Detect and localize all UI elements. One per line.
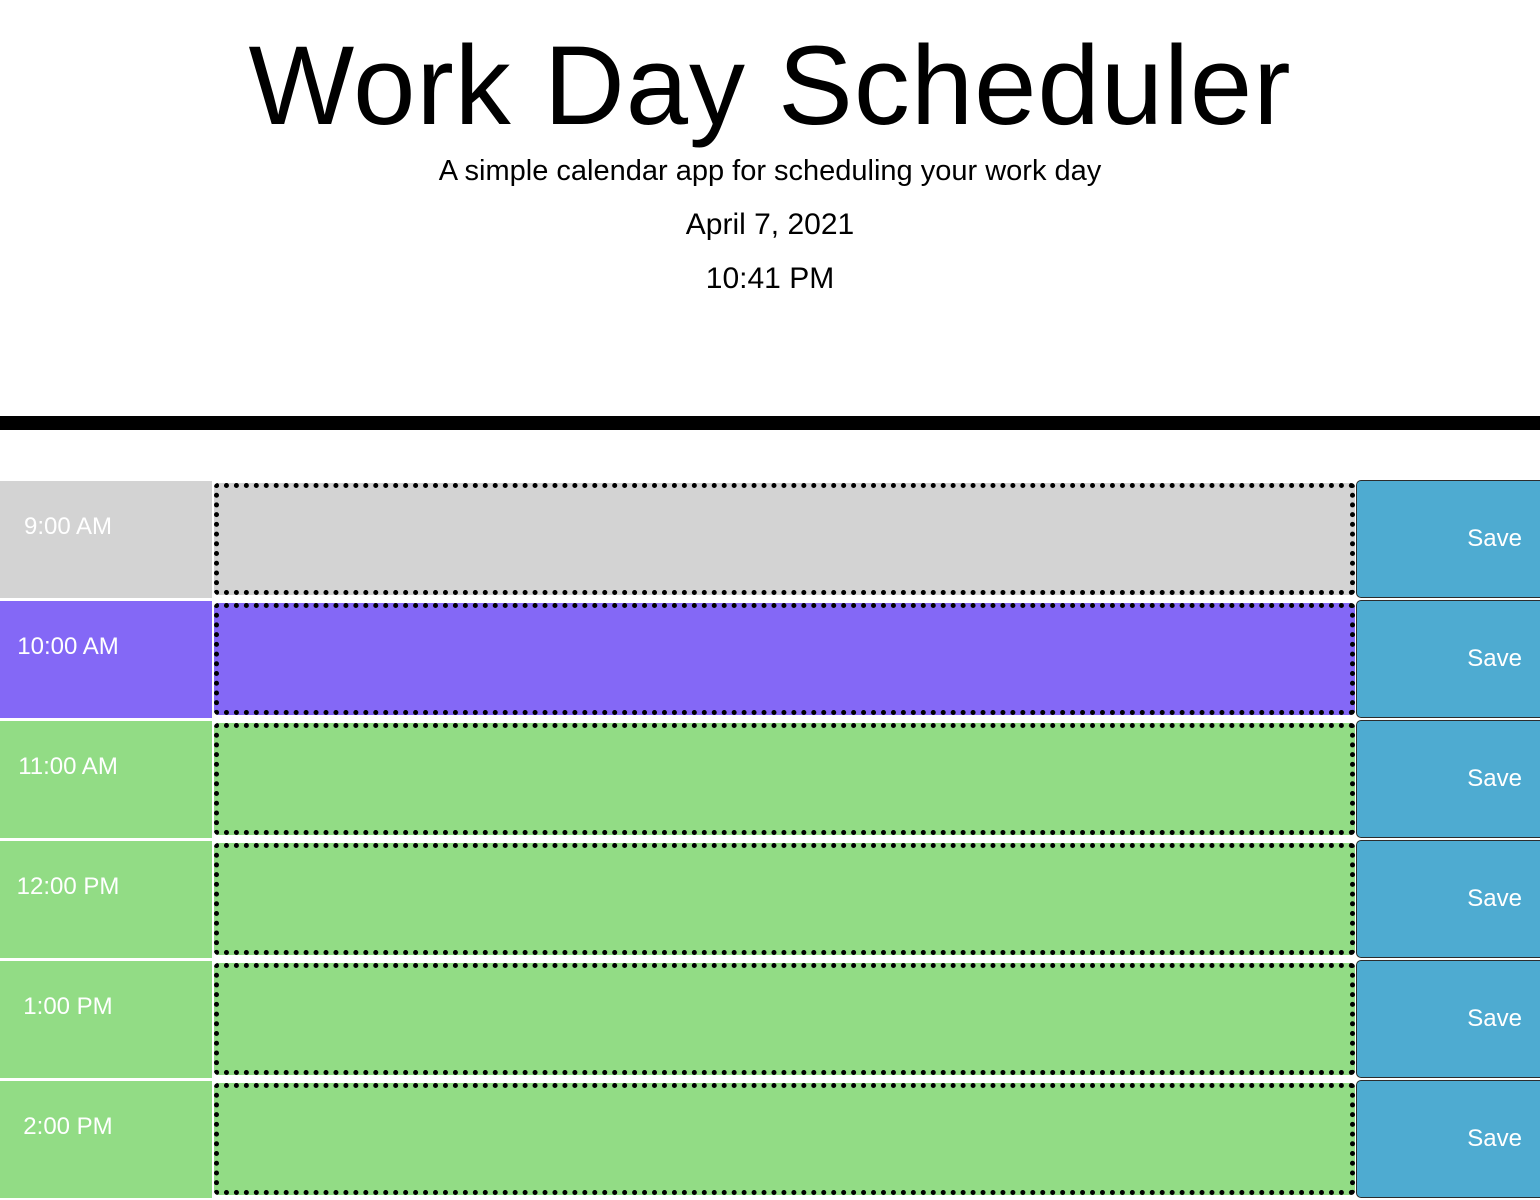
event-description-input[interactable] [214,483,1355,595]
page-subtitle: A simple calendar app for scheduling you… [438,155,1102,187]
save-button[interactable]: Save [1356,1080,1540,1198]
current-time: 10:41 PM [705,262,835,295]
event-description-input[interactable] [214,1083,1355,1195]
event-description-input[interactable] [214,843,1355,955]
time-block-row: 11:00 AM Save [0,720,1540,838]
time-block-row: 10:00 AM Save [0,600,1540,718]
time-block-row: 9:00 AM Save [0,480,1540,598]
hour-label: 12:00 PM [0,840,212,958]
save-button[interactable]: Save [1356,720,1540,838]
save-button[interactable]: Save [1356,960,1540,1078]
page-title: Work Day Scheduler [248,23,1292,148]
schedule-container: 9:00 AM Save 10:00 AM Save 11:00 AM Save… [0,480,1540,1200]
header-divider [0,416,1540,430]
hour-label: 10:00 AM [0,600,212,718]
page-header: Work Day Scheduler A simple calendar app… [0,0,1540,430]
time-block-row: 2:00 PM Save [0,1080,1540,1198]
hour-label: 11:00 AM [0,720,212,838]
time-block-row: 12:00 PM Save [0,840,1540,958]
save-button[interactable]: Save [1356,840,1540,958]
hour-label: 9:00 AM [0,480,212,598]
hour-label: 2:00 PM [0,1080,212,1198]
save-button[interactable]: Save [1356,600,1540,718]
event-description-input[interactable] [214,963,1355,1075]
current-date: April 7, 2021 [685,208,855,241]
time-block-row: 1:00 PM Save [0,960,1540,1078]
event-description-input[interactable] [214,723,1355,835]
event-description-input[interactable] [214,603,1355,715]
save-button[interactable]: Save [1356,480,1540,598]
hour-label: 1:00 PM [0,960,212,1078]
